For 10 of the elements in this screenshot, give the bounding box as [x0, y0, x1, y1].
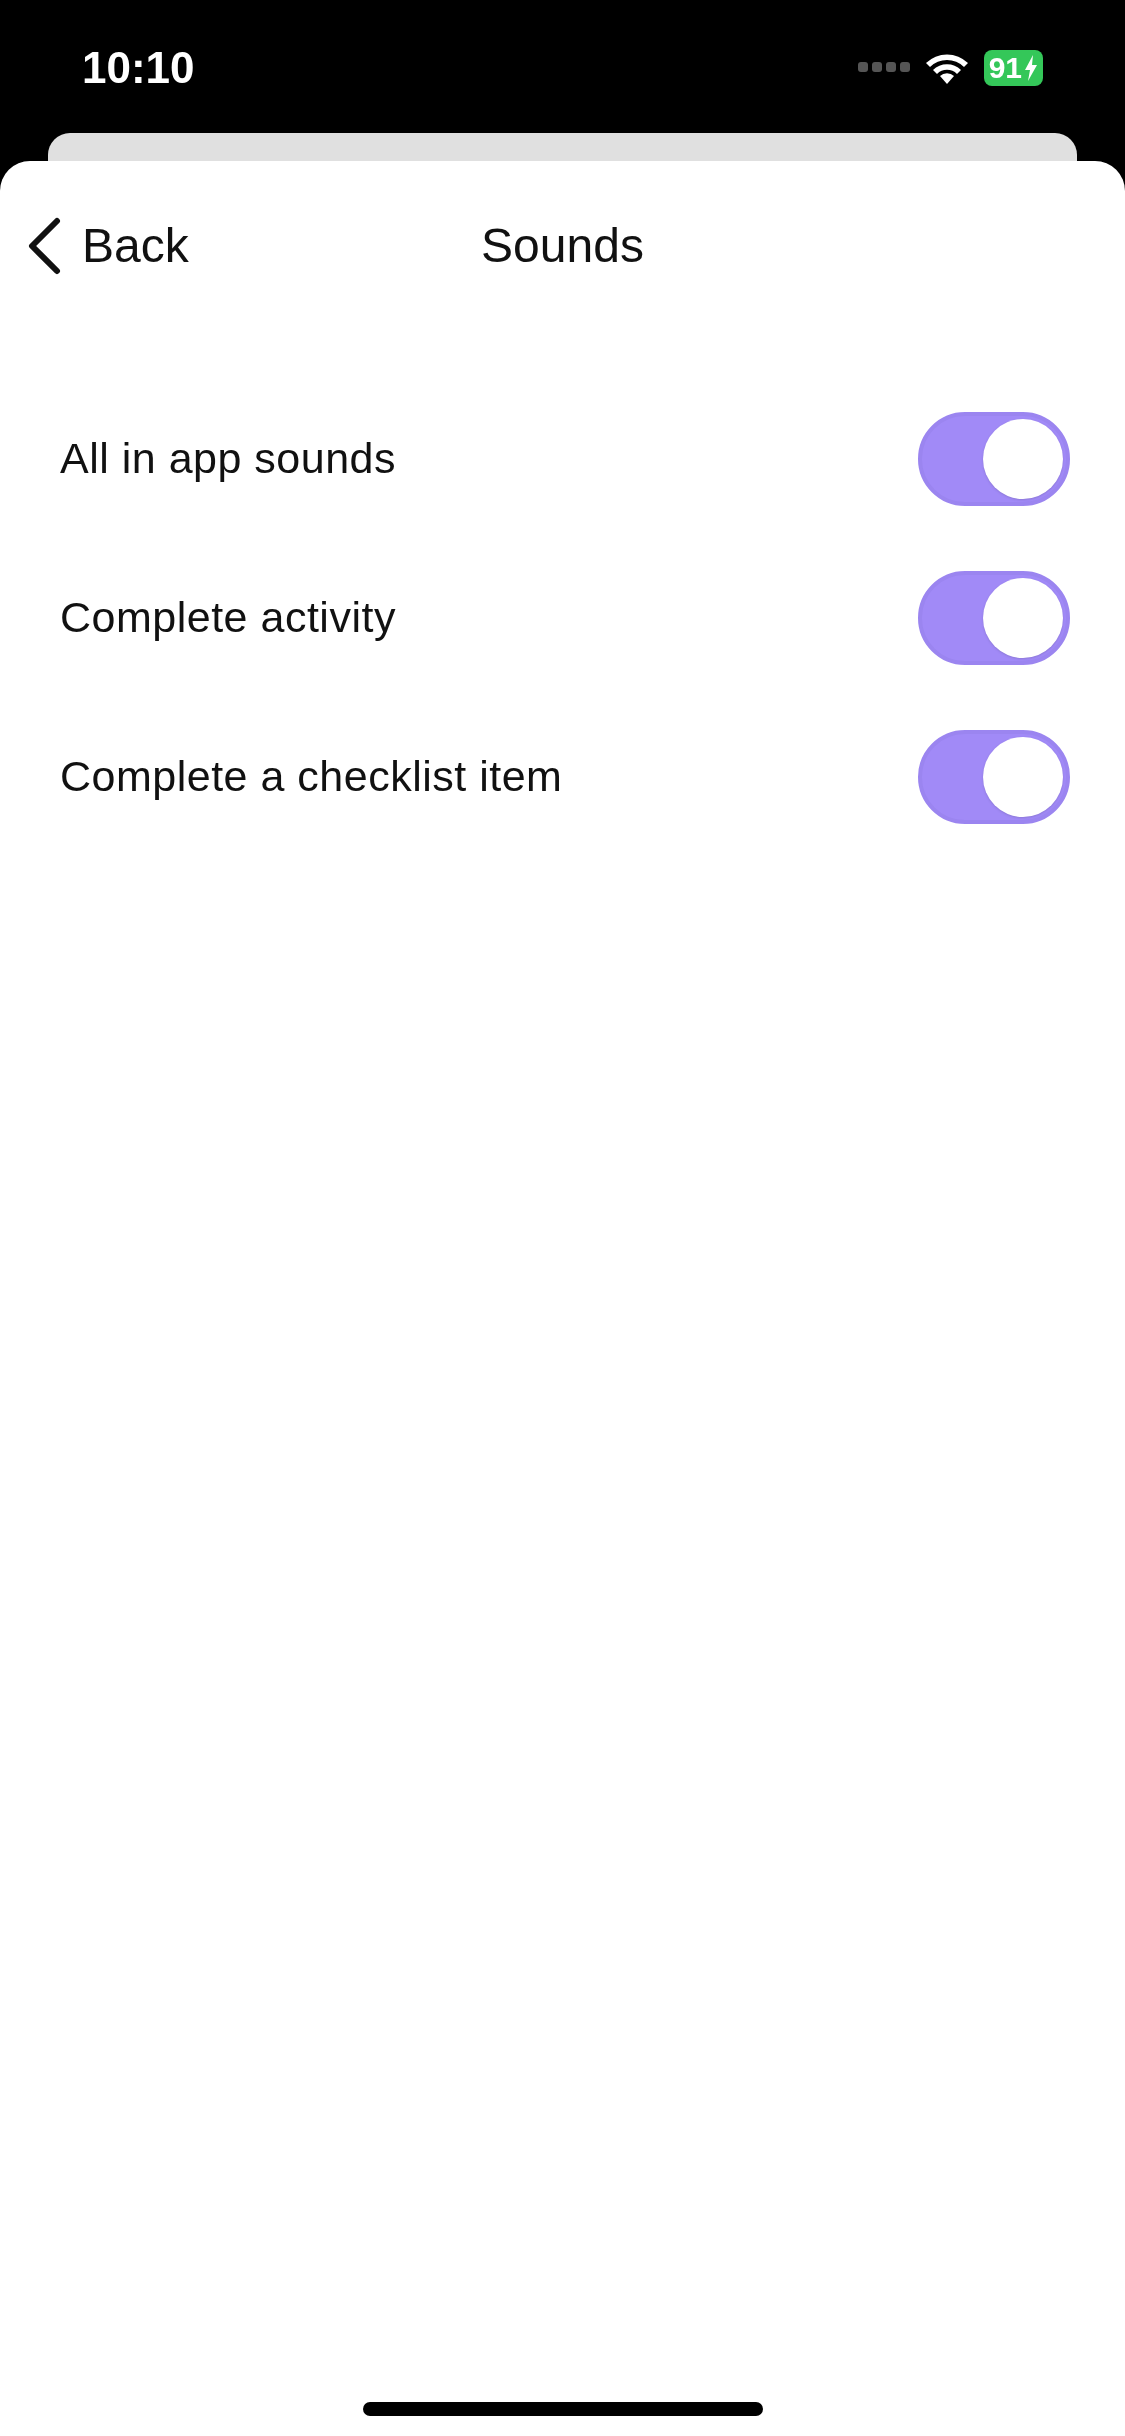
signal-icon — [857, 61, 910, 74]
setting-label: Complete a checklist item — [60, 751, 563, 803]
back-button[interactable]: Back — [0, 210, 189, 282]
chevron-left-icon — [26, 217, 62, 275]
bolt-icon — [1024, 54, 1038, 81]
status-time: 10:10 — [82, 41, 195, 94]
page-title: Sounds — [481, 218, 644, 274]
setting-label: All in app sounds — [60, 433, 396, 485]
setting-label: Complete activity — [60, 592, 396, 644]
battery-level: 91 — [988, 52, 1022, 83]
